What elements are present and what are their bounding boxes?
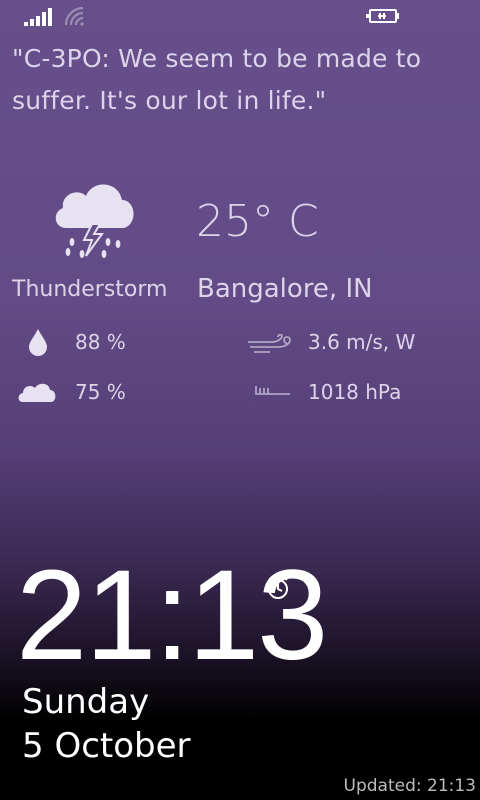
- alarm-clock-icon: [268, 575, 288, 599]
- weather-condition: Thunderstorm: [12, 277, 168, 302]
- quote-text: "C-3PO: We seem to be made to suffer. It…: [12, 44, 422, 115]
- clock-time: 21:13: [16, 544, 328, 687]
- battery-charging-icon: [366, 9, 399, 23]
- humidity-drop-icon: [29, 329, 47, 356]
- signal-bars-icon: [24, 8, 52, 26]
- humidity-value: 88 %: [75, 330, 126, 354]
- location: Bangalore, IN: [197, 274, 373, 304]
- day-of-week: Sunday: [22, 682, 150, 722]
- status-bar: [0, 0, 480, 30]
- wind-icon: [248, 334, 291, 353]
- pressure-value: 1018 hPa: [308, 380, 402, 404]
- thunderstorm-cloud-icon: [55, 184, 134, 258]
- date: 5 October: [22, 726, 191, 766]
- wifi-icon: [64, 6, 84, 26]
- wind-value: 3.6 m/s, W: [308, 330, 416, 354]
- clouds-value: 75 %: [75, 380, 126, 404]
- updated-time: Updated: 21:13: [343, 776, 476, 796]
- cloud-icon: [18, 383, 56, 402]
- temperature: 25° C: [196, 196, 319, 247]
- pressure-icon: [255, 386, 290, 395]
